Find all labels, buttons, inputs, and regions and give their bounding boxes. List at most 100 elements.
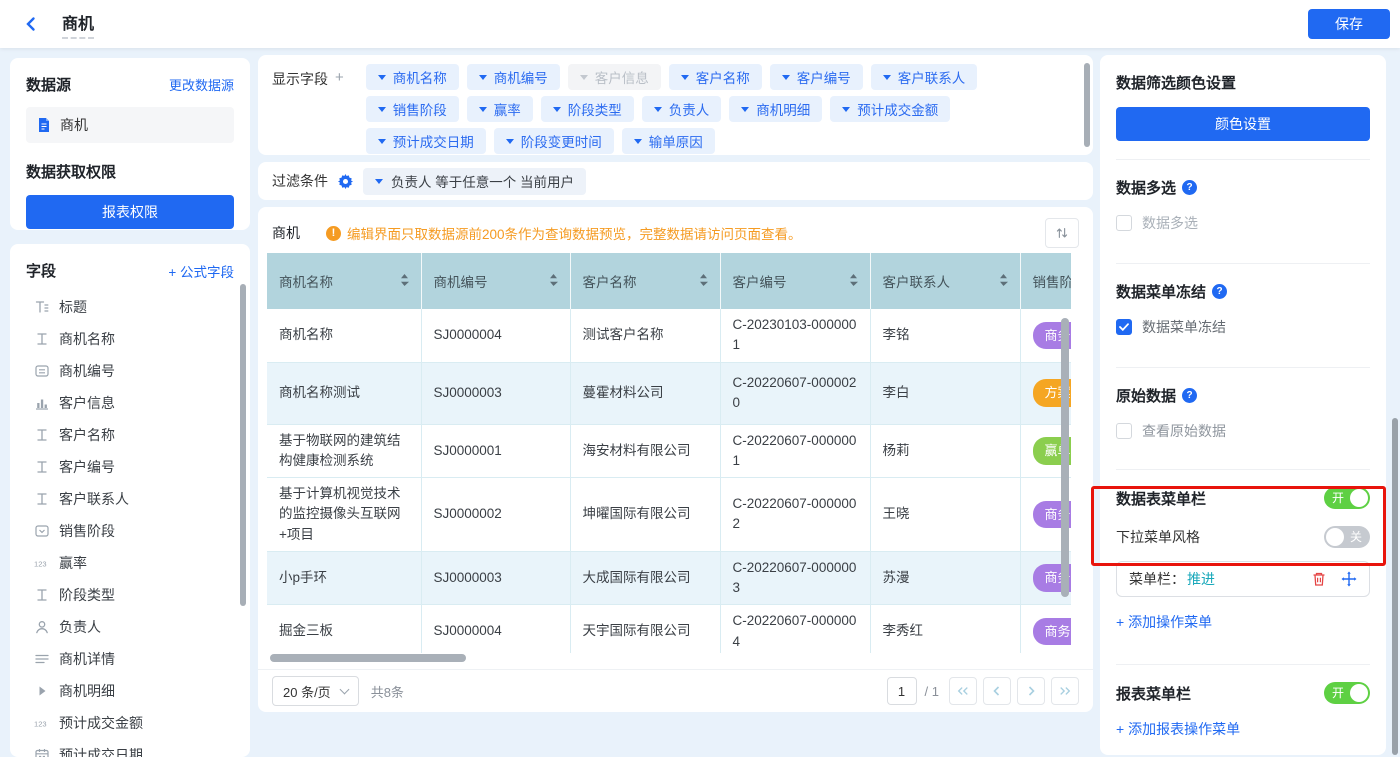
page-title[interactable]: 商机	[62, 10, 94, 39]
multi-select-checkbox-row[interactable]: 数据多选	[1116, 213, 1370, 233]
column-header[interactable]: 商机编号	[421, 253, 570, 309]
display-field-tag[interactable]: 负责人	[642, 96, 722, 122]
table-row[interactable]: 商机名称SJ0000004测试客户名称C-20230103-0000001李铭商…	[267, 309, 1071, 362]
checkbox-unchecked-icon[interactable]	[1116, 423, 1132, 439]
next-page-button[interactable]	[1017, 677, 1045, 705]
table-cell: SJ0000003	[421, 362, 570, 424]
filter-condition-tag[interactable]: 负责人 等于任意一个 当前用户	[363, 168, 586, 195]
raw-data-title: 原始数据	[1116, 385, 1176, 406]
move-icon[interactable]	[1341, 571, 1357, 587]
stage-cell: 商务谈判	[1020, 605, 1071, 653]
page-size-select[interactable]: 20 条/页	[272, 676, 359, 706]
display-field-tag[interactable]: 客户联系人	[871, 64, 978, 90]
table-cell: 小p手环	[267, 551, 421, 605]
field-item[interactable]: 商机编号	[26, 355, 234, 387]
table-horizontal-scrollbar[interactable]	[270, 654, 466, 662]
checkbox-unchecked-icon[interactable]	[1116, 215, 1132, 231]
column-header[interactable]: 商机名称	[267, 253, 421, 309]
checkbox-checked-icon[interactable]	[1116, 319, 1132, 335]
display-field-tag[interactable]: 阶段类型	[541, 96, 634, 122]
add-formula-field-link[interactable]: + 公式字段	[168, 261, 234, 281]
table-row[interactable]: 掘金三板SJ0000004天宇国际有限公司C-20220607-0000004李…	[267, 605, 1071, 653]
last-page-button[interactable]	[1051, 677, 1079, 705]
table-vertical-scrollbar[interactable]	[1061, 318, 1069, 597]
display-field-tag[interactable]: 预计成交金额	[830, 96, 950, 122]
dropdown-style-toggle[interactable]: 关	[1324, 526, 1370, 548]
menu-item-row[interactable]: 菜单栏： 推进	[1116, 561, 1370, 597]
raw-data-checkbox-row[interactable]: 查看原始数据	[1116, 421, 1370, 441]
field-item[interactable]: 客户联系人	[26, 483, 234, 515]
menu-freeze-checkbox-row[interactable]: 数据菜单冻结	[1116, 317, 1370, 337]
toggle-on-label: 开	[1332, 682, 1344, 704]
chevron-down-icon	[506, 139, 514, 144]
field-item[interactable]: 销售阶段	[26, 515, 234, 547]
display-field-tag[interactable]: 销售阶段	[366, 96, 459, 122]
column-header[interactable]: 客户编号	[720, 253, 870, 309]
save-button[interactable]: 保存	[1308, 9, 1390, 39]
field-item[interactable]: 预计成交日期	[26, 739, 234, 757]
report-permission-button[interactable]: 报表权限	[26, 195, 234, 229]
trash-icon[interactable]	[1311, 571, 1327, 587]
help-icon[interactable]: ?	[1212, 284, 1227, 299]
display-fields-scrollbar[interactable]	[1084, 63, 1090, 147]
table-menu-toggle[interactable]: 开	[1324, 487, 1370, 509]
field-item[interactable]: 客户编号	[26, 451, 234, 483]
report-menu-toggle[interactable]: 开	[1324, 682, 1370, 704]
gear-icon[interactable]	[338, 174, 353, 189]
field-label: 商机详情	[59, 649, 115, 669]
display-field-tag[interactable]: 客户信息	[568, 64, 661, 90]
column-header[interactable]: 客户名称	[570, 253, 720, 309]
field-item[interactable]: 商机名称	[26, 323, 234, 355]
field-item[interactable]: 标题	[26, 291, 234, 323]
column-sort-icon[interactable]	[999, 273, 1008, 290]
prev-page-button[interactable]	[983, 677, 1011, 705]
datasource-item[interactable]: 商机	[26, 107, 234, 143]
sort-order-button[interactable]	[1045, 218, 1079, 248]
column-sort-icon[interactable]	[549, 273, 558, 290]
table-row[interactable]: 基于物联网的建筑结构健康检测系统SJ0000001海安材料有限公司C-20220…	[267, 424, 1071, 478]
help-icon[interactable]: ?	[1182, 388, 1197, 403]
column-header[interactable]: 客户联系人	[870, 253, 1020, 309]
field-item[interactable]: 商机详情	[26, 643, 234, 675]
field-item[interactable]: 123预计成交金额	[26, 707, 234, 739]
table-cell: 大成国际有限公司	[570, 551, 720, 605]
field-label: 预计成交金额	[59, 713, 143, 733]
display-field-tag[interactable]: 商机编号	[467, 64, 560, 90]
field-item[interactable]: 123赢率	[26, 547, 234, 579]
field-item[interactable]: 商机明细	[26, 675, 234, 707]
fields-scrollbar[interactable]	[240, 284, 246, 606]
column-sort-icon[interactable]	[699, 273, 708, 290]
display-field-tag[interactable]: 商机名称	[366, 64, 459, 90]
first-page-button[interactable]	[949, 677, 977, 705]
page-number-input[interactable]: 1	[887, 677, 917, 705]
display-field-tag[interactable]: 赢率	[467, 96, 533, 122]
field-item[interactable]: 负责人	[26, 611, 234, 643]
display-field-tag[interactable]: 阶段变更时间	[494, 128, 614, 154]
display-field-tag[interactable]: 客户名称	[669, 64, 762, 90]
display-field-tag[interactable]: 商机明细	[729, 96, 822, 122]
person-icon	[34, 619, 50, 635]
display-field-tag[interactable]: 预计成交日期	[366, 128, 486, 154]
display-field-tag[interactable]: 输单原因	[622, 128, 715, 154]
raw-data-section: 原始数据 ? 查看原始数据	[1116, 368, 1370, 470]
field-item[interactable]: 阶段类型	[26, 579, 234, 611]
column-sort-icon[interactable]	[849, 273, 858, 290]
field-item[interactable]: 客户名称	[26, 419, 234, 451]
column-sort-icon[interactable]	[400, 273, 409, 290]
back-button[interactable]	[22, 15, 40, 33]
table-row[interactable]: 基于计算机视觉技术的监控摄像头互联网+项目SJ0000002坤曜国际有限公司C-…	[267, 478, 1071, 552]
menu-item-value[interactable]: 推进	[1187, 569, 1215, 589]
page-scrollbar[interactable]	[1392, 418, 1398, 755]
add-action-menu-link[interactable]: + 添加操作菜单	[1116, 612, 1370, 632]
field-item[interactable]: 客户信息	[26, 387, 234, 419]
table-row[interactable]: 小p手环SJ0000003大成国际有限公司C-20220607-0000003苏…	[267, 551, 1071, 605]
display-field-tag[interactable]: 客户编号	[770, 64, 863, 90]
change-datasource-link[interactable]: 更改数据源	[169, 75, 234, 94]
help-icon[interactable]: ?	[1182, 180, 1197, 195]
menu-freeze-section: 数据菜单冻结 ? 数据菜单冻结	[1116, 264, 1370, 368]
table-row[interactable]: 商机名称测试SJ0000003蔓霍材料公司C-20220607-0000020李…	[267, 362, 1071, 424]
add-display-field-button[interactable]: +	[335, 69, 344, 86]
add-report-action-menu-link[interactable]: + 添加报表操作菜单	[1116, 719, 1370, 739]
color-setting-button[interactable]: 颜色设置	[1116, 107, 1370, 141]
display-field-tag-label: 阶段变更时间	[521, 131, 602, 151]
